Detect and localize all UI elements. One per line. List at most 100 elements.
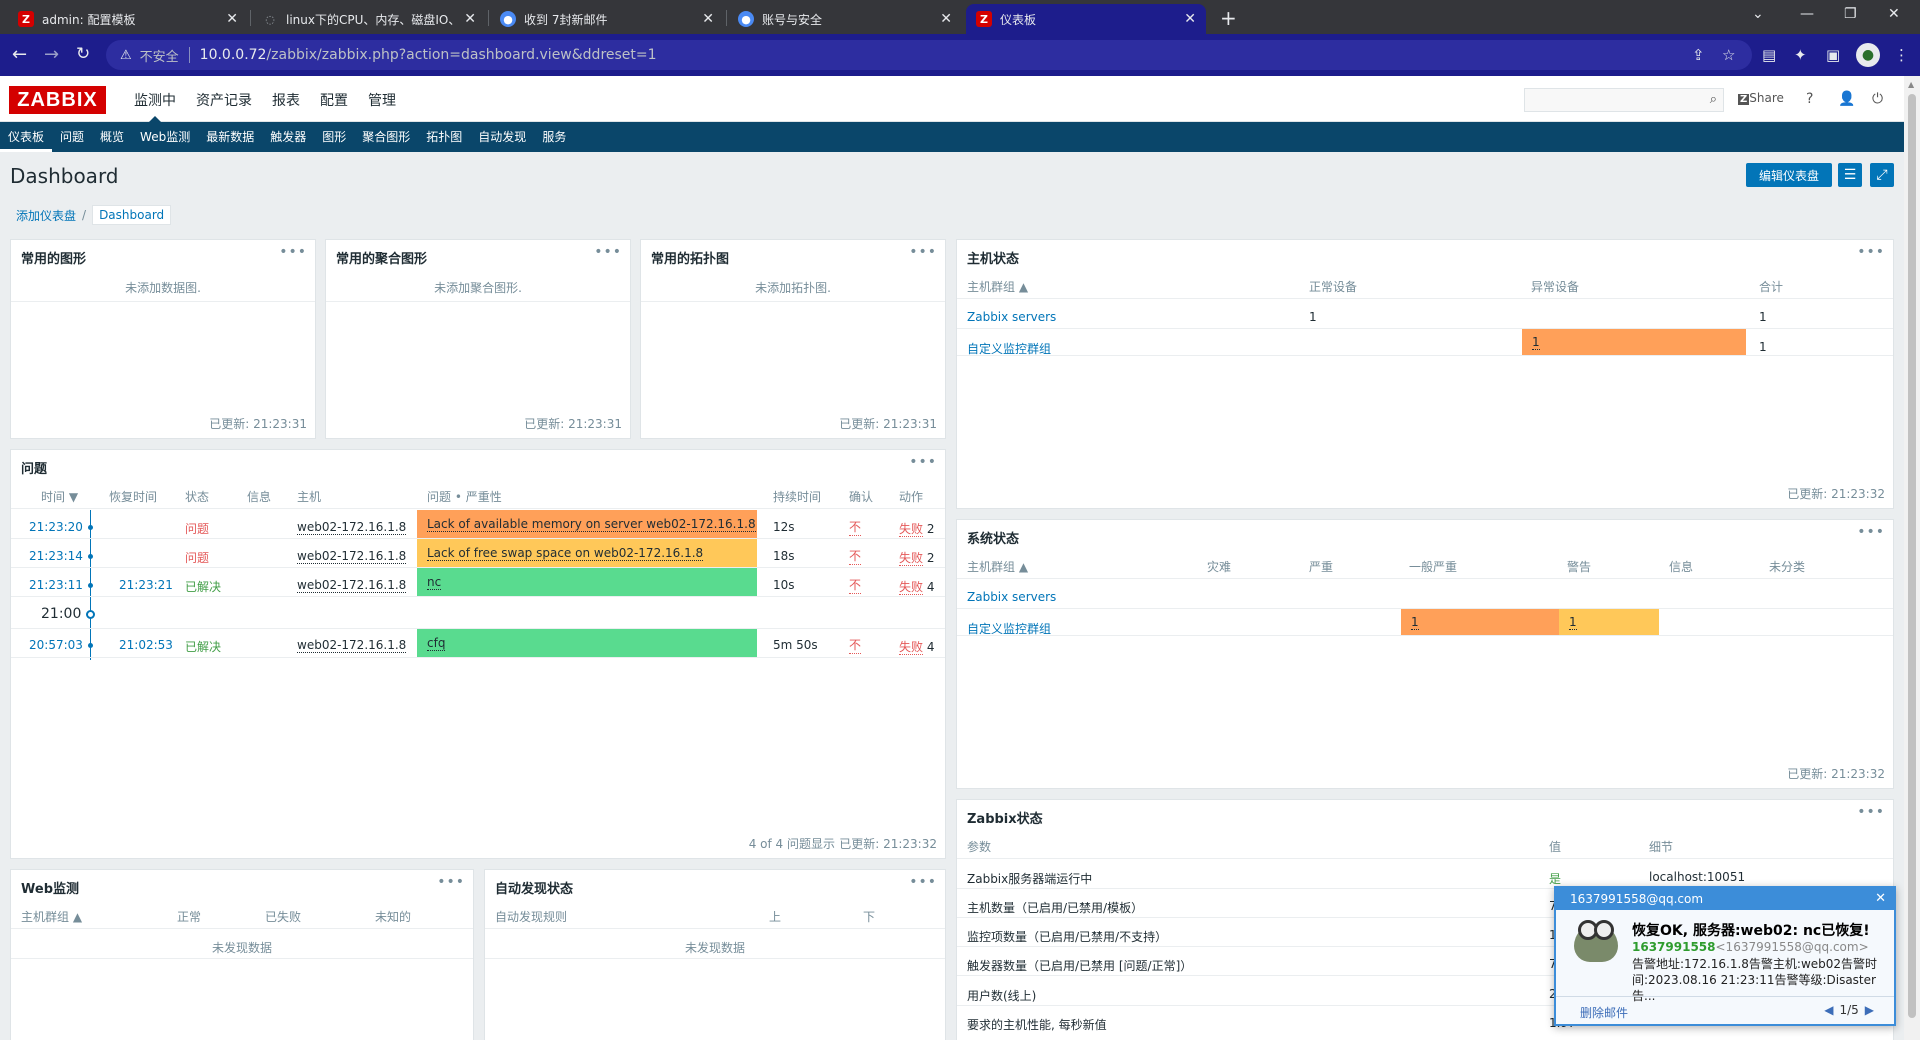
submenu-problems[interactable]: 问题 <box>52 122 92 152</box>
problem-cell[interactable]: Lack of free swap space on web02-172.16.… <box>417 539 757 567</box>
problem-time[interactable]: 20:57:03 <box>29 638 83 652</box>
menu-monitoring[interactable]: 监测中 <box>124 90 186 122</box>
puzzle-icon[interactable]: ✦ <box>1794 46 1807 64</box>
problem-host[interactable]: web02-172.16.1.8 <box>297 520 407 535</box>
zabbix-logo[interactable]: ZABBIX <box>9 86 106 114</box>
widget-menu-icon[interactable]: ••• <box>594 244 622 260</box>
widget-menu-icon[interactable]: ••• <box>437 874 465 890</box>
close-icon[interactable]: ✕ <box>1184 11 1196 27</box>
browser-tab-active[interactable]: Z 仪表板 ✕ <box>966 4 1206 34</box>
column-header-time[interactable]: 时间 ▼ <box>41 488 78 505</box>
submenu-discovery[interactable]: 自动发现 <box>470 122 534 152</box>
submenu-triggers[interactable]: 触发器 <box>262 122 314 152</box>
browser-tab[interactable]: ● 收到 7封新邮件 ✕ <box>490 4 724 34</box>
problem-name[interactable]: Lack of available memory on server web02… <box>427 517 756 532</box>
column-header[interactable]: 主机群组 ▲ <box>967 558 1028 575</box>
problem-actions[interactable]: 失败 4 <box>899 578 934 595</box>
average-count[interactable]: 1 <box>1411 615 1419 630</box>
problem-host[interactable]: web02-172.16.1.8 <box>297 549 407 564</box>
warning-cell[interactable]: 1 <box>1559 609 1659 635</box>
submenu-dashboard[interactable]: 仪表板 <box>0 122 53 152</box>
menu-administration[interactable]: 管理 <box>358 90 406 122</box>
menu-configuration[interactable]: 配置 <box>310 90 358 122</box>
close-icon[interactable]: ✕ <box>940 11 952 27</box>
browser-tab[interactable]: ◌ linux下的CPU、内存、磁盘IO、 ✕ <box>252 4 486 34</box>
action-status[interactable]: 失败 <box>899 640 924 655</box>
problem-cell[interactable]: 1 <box>1522 329 1746 355</box>
widget-menu-icon[interactable]: ••• <box>279 244 307 260</box>
problem-host[interactable]: web02-172.16.1.8 <box>297 638 407 653</box>
problem-time[interactable]: 21:23:11 <box>29 578 83 592</box>
action-status[interactable]: 失败 <box>899 580 924 595</box>
warning-count[interactable]: 1 <box>1569 615 1577 630</box>
problem-actions[interactable]: 失败 4 <box>899 638 934 655</box>
close-icon[interactable]: ✕ <box>464 11 476 27</box>
reload-icon[interactable]: ↻ <box>76 44 90 64</box>
search-icon[interactable]: ⌕ <box>1710 92 1717 107</box>
widget-menu-icon[interactable]: ••• <box>909 874 937 890</box>
problem-host[interactable]: web02-172.16.1.8 <box>297 578 407 593</box>
delete-mail-button[interactable]: 删除邮件 <box>1580 1004 1628 1021</box>
problem-time[interactable]: 21:23:20 <box>29 520 83 534</box>
average-cell[interactable]: 1 <box>1401 609 1559 635</box>
host-group-link[interactable]: Zabbix servers <box>967 590 1056 604</box>
window-close-icon[interactable]: ✕ <box>1888 6 1900 22</box>
sidebar-icon[interactable]: ▣ <box>1826 46 1840 64</box>
widget-menu-icon[interactable]: ••• <box>1857 804 1885 820</box>
ack-link[interactable]: 不 <box>849 576 862 594</box>
widget-menu-icon[interactable]: ••• <box>1857 244 1885 260</box>
problem-cell[interactable]: cfq <box>417 629 757 657</box>
mail-notification-popup[interactable]: 1637991558@qq.com ✕ 恢复OK, 服务器:web02: nc已… <box>1554 886 1896 1026</box>
submenu-graphs[interactable]: 图形 <box>314 122 354 152</box>
search-input[interactable]: ⌕ <box>1524 88 1724 112</box>
menu-reports[interactable]: 报表 <box>262 90 310 122</box>
recovery-time[interactable]: 21:02:53 <box>119 638 173 652</box>
bookmark-star-icon[interactable]: ☆ <box>1722 46 1735 64</box>
user-profile-icon[interactable]: 👤 <box>1838 91 1855 107</box>
mail-subject[interactable]: 恢复OK, 服务器:web02: nc已恢复! <box>1632 920 1870 940</box>
widget-menu-icon[interactable]: ••• <box>1857 524 1885 540</box>
forward-icon[interactable]: → <box>44 44 59 65</box>
action-status[interactable]: 失败 <box>899 522 924 537</box>
problem-actions[interactable]: 失败 2 <box>899 520 934 537</box>
close-icon[interactable]: ✕ <box>702 11 714 27</box>
dashboard-menu-icon[interactable]: ☰ <box>1838 163 1862 187</box>
problem-cell[interactable]: Lack of available memory on server web02… <box>417 510 757 538</box>
problem-time[interactable]: 21:23:14 <box>29 549 83 563</box>
ack-link[interactable]: 不 <box>849 518 862 536</box>
column-header[interactable]: 主机群组 ▲ <box>21 908 82 925</box>
help-icon[interactable]: ? <box>1806 91 1813 107</box>
ack-link[interactable]: 不 <box>849 547 862 565</box>
page-scrollbar[interactable]: ▲ <box>1904 76 1920 1040</box>
browser-tab[interactable]: ● 账号与安全 ✕ <box>728 4 962 34</box>
menu-inventory[interactable]: 资产记录 <box>186 90 262 122</box>
minimize-icon[interactable]: — <box>1800 6 1814 22</box>
close-icon[interactable]: ✕ <box>1875 888 1886 910</box>
ack-link[interactable]: 不 <box>849 636 862 654</box>
next-arrow-icon[interactable]: ▶ <box>1865 1003 1874 1017</box>
submenu-overview[interactable]: 概览 <box>92 122 132 152</box>
close-icon[interactable]: ✕ <box>226 11 238 27</box>
problem-name[interactable]: Lack of free swap space on web02-172.16.… <box>427 546 704 561</box>
share-button[interactable]: Z Share <box>1738 91 1784 105</box>
extension-icon[interactable]: ▤ <box>1762 46 1776 64</box>
problem-name[interactable]: cfq <box>427 636 446 651</box>
tab-search-icon[interactable]: ⌄ <box>1752 6 1764 22</box>
widget-menu-icon[interactable]: ••• <box>909 244 937 260</box>
widget-menu-icon[interactable]: ••• <box>909 454 937 470</box>
back-icon[interactable]: ← <box>12 44 27 65</box>
breadcrumb-current[interactable]: Dashboard <box>92 205 172 225</box>
submenu-services[interactable]: 服务 <box>534 122 574 152</box>
logout-icon[interactable]: ⏻ <box>1872 91 1883 107</box>
browser-tab[interactable]: Z admin: 配置模板 ✕ <box>8 4 248 34</box>
edit-dashboard-button[interactable]: 编辑仪表盘 <box>1746 163 1832 187</box>
column-header[interactable]: 主机群组 ▲ <box>967 278 1028 295</box>
problem-count[interactable]: 1 <box>1532 335 1540 350</box>
prev-arrow-icon[interactable]: ◀ <box>1824 1003 1833 1017</box>
problem-cell[interactable]: nc <box>417 568 757 596</box>
restore-icon[interactable]: ❐ <box>1844 6 1857 22</box>
submenu-web[interactable]: Web监测 <box>132 122 198 152</box>
new-tab-icon[interactable]: + <box>1220 6 1237 30</box>
address-bar[interactable]: ⚠ 不安全 10.0.0.72/zabbix/zabbix.php?action… <box>106 40 1752 70</box>
scrollbar-thumb[interactable] <box>1908 94 1916 1018</box>
